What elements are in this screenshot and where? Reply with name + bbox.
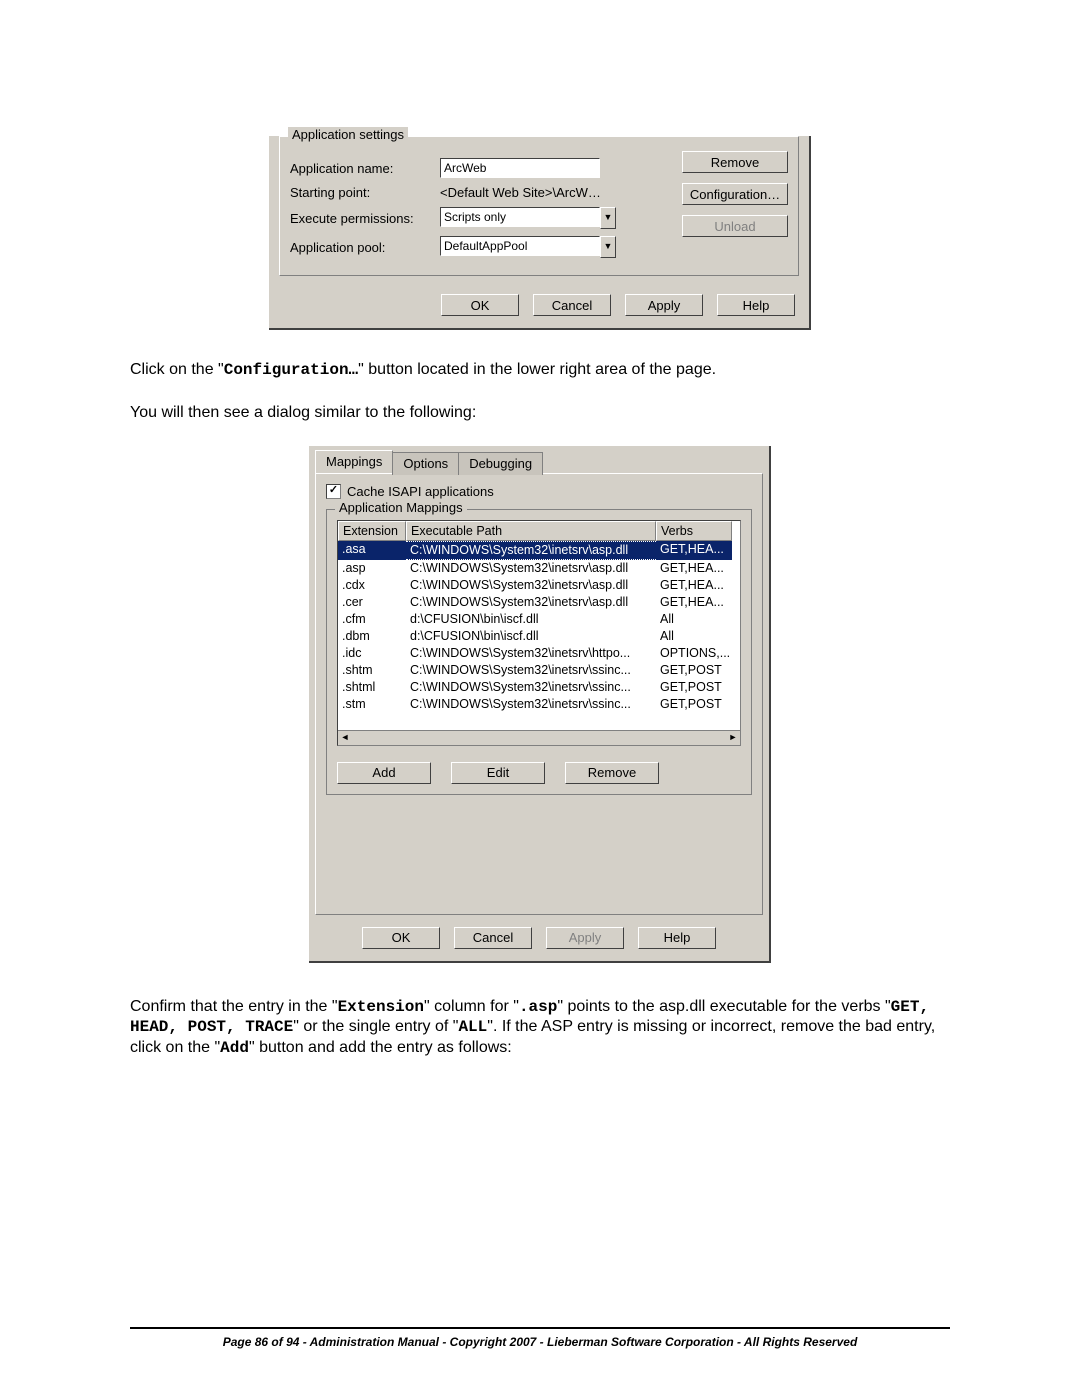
col-extension[interactable]: Extension (338, 521, 406, 541)
groupbox-title: Application settings (288, 127, 408, 142)
table-row[interactable]: .shtmC:\WINDOWS\System32\inetsrv\ssinc..… (338, 662, 740, 679)
scroll-left-icon[interactable]: ◄ (338, 732, 352, 744)
tab-strip: Mappings Options Debugging (309, 446, 769, 473)
remove-button[interactable]: Remove (682, 151, 788, 173)
table-row[interactable]: .idcC:\WINDOWS\System32\inetsrv\httpo...… (338, 645, 740, 662)
edit-button[interactable]: Edit (451, 762, 545, 784)
listview-header: Extension Executable Path Verbs (338, 521, 740, 541)
mappings-panel: ✓ Cache ISAPI applications Application M… (315, 473, 763, 915)
cache-isapi-checkbox[interactable]: ✓ Cache ISAPI applications (326, 484, 752, 499)
configuration-button[interactable]: Configuration… (682, 183, 788, 205)
mappings-listview[interactable]: Extension Executable Path Verbs .asaC:\W… (337, 520, 741, 746)
cancel-button[interactable]: Cancel (454, 927, 532, 949)
application-settings-dialog: Application settings Application name: S… (269, 136, 811, 330)
check-icon[interactable]: ✓ (326, 484, 341, 499)
table-row[interactable]: .dbmd:\CFUSION\bin\iscf.dllAll (338, 628, 740, 645)
table-row[interactable]: .cerC:\WINDOWS\System32\inetsrv\asp.dllG… (338, 594, 740, 611)
help-button[interactable]: Help (717, 294, 795, 316)
app-pool-input[interactable] (440, 236, 600, 256)
app-name-label: Application name: (290, 161, 440, 176)
app-config-dialog: Mappings Options Debugging ✓ Cache ISAPI… (309, 446, 771, 963)
app-mappings-fieldset: Application Mappings Extension Executabl… (326, 509, 752, 795)
table-row[interactable]: .stmC:\WINDOWS\System32\inetsrv\ssinc...… (338, 696, 740, 713)
ok-button[interactable]: OK (362, 927, 440, 949)
add-button[interactable]: Add (337, 762, 431, 784)
starting-point-label: Starting point: (290, 185, 440, 200)
tab-options[interactable]: Options (392, 452, 459, 475)
execute-perm-input[interactable] (440, 207, 600, 227)
paragraph-1: Click on the "Configuration…" button loc… (130, 360, 950, 381)
tab-mappings[interactable]: Mappings (315, 450, 393, 473)
chevron-down-icon[interactable]: ▼ (600, 236, 616, 258)
ok-button[interactable]: OK (441, 294, 519, 316)
app-pool-label: Application pool: (290, 240, 440, 255)
fieldset-title: Application Mappings (335, 500, 467, 515)
apply-button[interactable]: Apply (625, 294, 703, 316)
table-row[interactable]: .cdxC:\WINDOWS\System32\inetsrv\asp.dllG… (338, 577, 740, 594)
app-name-input[interactable] (440, 158, 600, 178)
starting-point-value: <Default Web Site>\ArcW… (440, 185, 601, 200)
cache-isapi-label: Cache ISAPI applications (347, 484, 494, 499)
table-row[interactable]: .cfmd:\CFUSION\bin\iscf.dllAll (338, 611, 740, 628)
table-row[interactable]: .asaC:\WINDOWS\System32\inetsrv\asp.dllG… (338, 541, 740, 560)
listview-empty-row (338, 713, 740, 730)
paragraph-2: You will then see a dialog similar to th… (130, 403, 950, 424)
execute-perm-label: Execute permissions: (290, 211, 440, 226)
application-settings-groupbox: Application settings Application name: S… (279, 136, 799, 276)
scroll-right-icon[interactable]: ► (726, 732, 740, 744)
horizontal-scrollbar[interactable]: ◄ ► (338, 730, 740, 745)
col-exec-path[interactable]: Executable Path (406, 521, 656, 541)
app-pool-select[interactable]: ▼ (440, 236, 616, 258)
help-button[interactable]: Help (638, 927, 716, 949)
unload-button: Unload (682, 215, 788, 237)
page-footer: Page 86 of 94 - Administration Manual - … (130, 1327, 950, 1349)
apply-button: Apply (546, 927, 624, 949)
chevron-down-icon[interactable]: ▼ (600, 207, 616, 229)
tab-debugging[interactable]: Debugging (458, 452, 543, 475)
remove-mapping-button[interactable]: Remove (565, 762, 659, 784)
cancel-button[interactable]: Cancel (533, 294, 611, 316)
execute-perm-select[interactable]: ▼ (440, 207, 616, 229)
table-row[interactable]: .shtmlC:\WINDOWS\System32\inetsrv\ssinc.… (338, 679, 740, 696)
col-verbs[interactable]: Verbs (656, 521, 732, 541)
table-row[interactable]: .aspC:\WINDOWS\System32\inetsrv\asp.dllG… (338, 560, 740, 577)
paragraph-3: Confirm that the entry in the "Extension… (130, 997, 950, 1059)
